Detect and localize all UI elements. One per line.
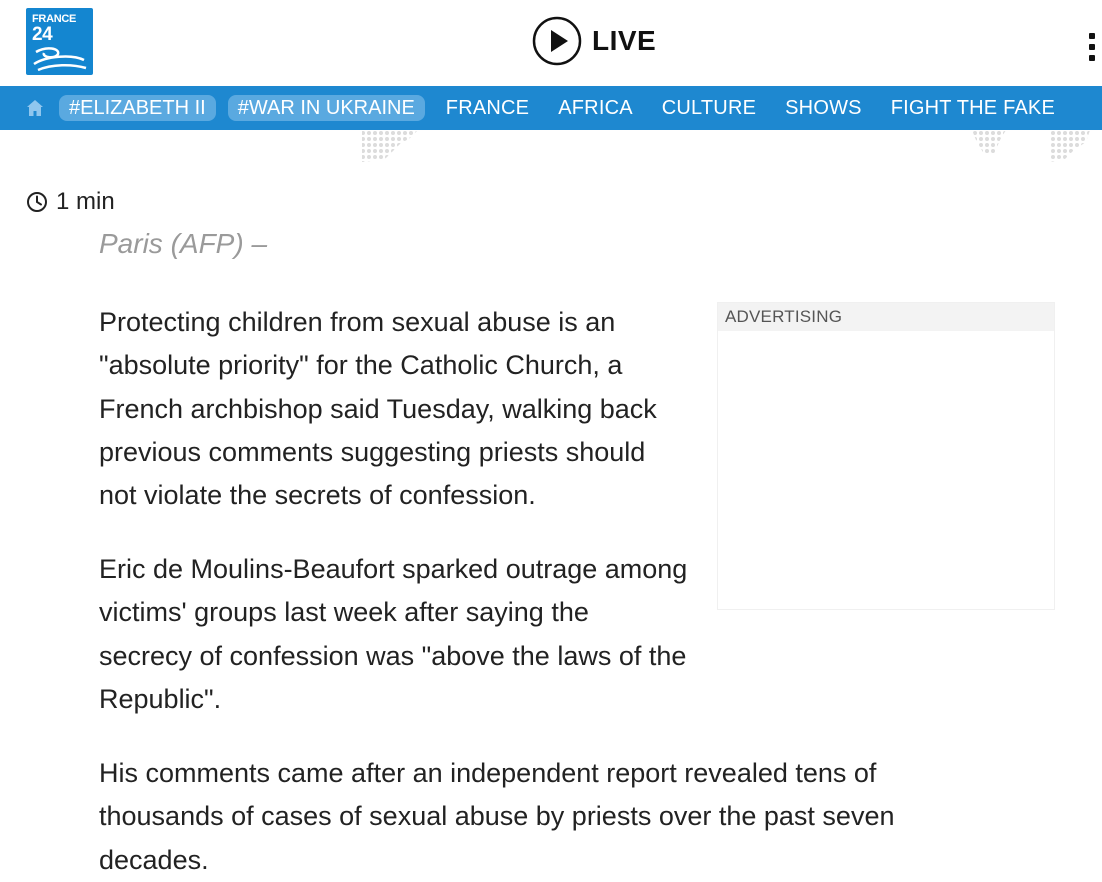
nav-item-france[interactable]: FRANCE [446, 97, 529, 120]
home-icon[interactable] [25, 98, 45, 118]
advertising-slot: ADVERTISING [717, 302, 1055, 610]
nav-item-culture[interactable]: CULTURE [662, 97, 756, 120]
nav-item-shows[interactable]: SHOWS [785, 97, 862, 120]
nav-tag-elizabeth[interactable]: #ELIZABETH II [59, 95, 216, 121]
site-header: FRANCE 24 LIVE [0, 0, 1102, 86]
read-time-label: 1 min [56, 188, 115, 215]
vertical-ellipsis-icon[interactable] [1084, 33, 1102, 61]
live-label: LIVE [592, 25, 657, 56]
logo-swirl-icon [33, 47, 87, 72]
live-button[interactable]: LIVE [532, 16, 656, 66]
clock-icon [27, 192, 47, 212]
logo-text-line2: 24 [32, 24, 53, 45]
dateline: Paris (AFP) – [99, 228, 268, 259]
article-paragraph: Eric de Moulins-Beaufort sparked outrage… [99, 554, 688, 714]
nav-item-africa[interactable]: AFRICA [558, 97, 633, 120]
nav-tag-war-in-ukraine[interactable]: #WAR IN UKRAINE [227, 95, 425, 121]
play-circle-icon [532, 16, 582, 66]
advertising-label: ADVERTISING [718, 303, 1054, 331]
world-map-dots-decoration [362, 130, 1090, 162]
nav-item-fight-the-fake[interactable]: FIGHT THE FAKE [891, 97, 1055, 120]
read-time: 1 min [26, 188, 115, 216]
article-paragraph: His comments came after an independent r… [99, 758, 895, 875]
article-paragraph: Protecting children from sexual abuse is… [99, 307, 657, 511]
france24-logo[interactable]: FRANCE 24 [26, 8, 93, 75]
main-nav: #ELIZABETH II #WAR IN UKRAINE FRANCE AFR… [0, 86, 1102, 130]
